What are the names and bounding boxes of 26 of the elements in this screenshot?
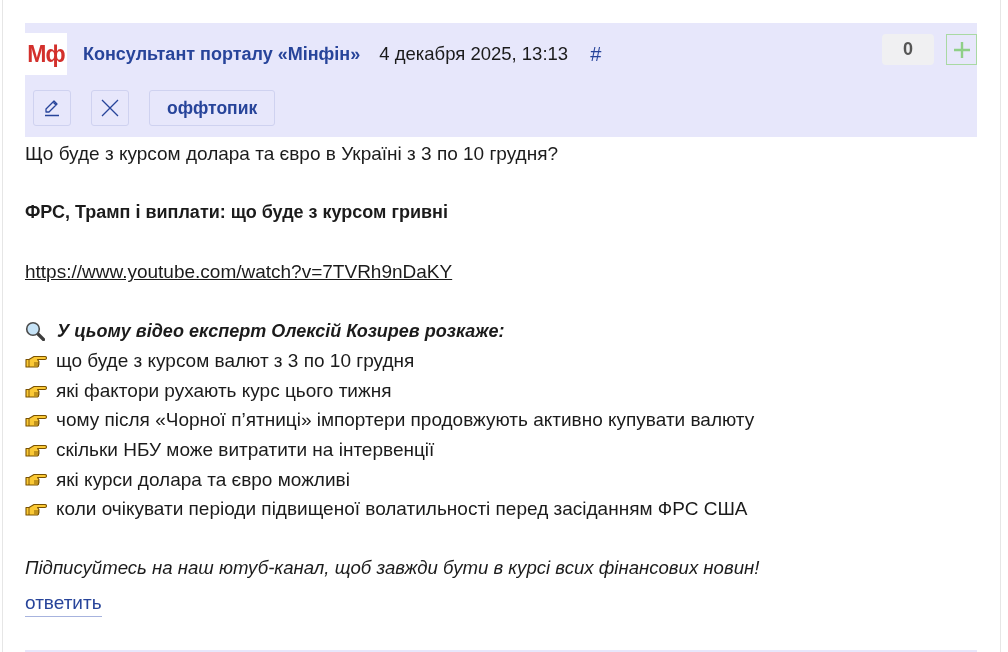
list-item: скільки НБУ може витратити на інтервенції [56,437,435,462]
author-link[interactable]: Консультант порталу «Мінфін» [83,43,361,65]
list-item: коли очікувати періоди підвищеної волатильності перед засіданням ФРС США [56,497,748,522]
comment-subtitle: ФРС, Трамп і виплати: що буде з курсом гривні [25,201,449,225]
magnifier-icon [25,321,45,342]
edit-button[interactable] [33,90,71,126]
list-item: які курси долара та євро можливі [56,467,350,492]
list-item: чому після «Чорної п’ятниці» імпортери продовжують активно купувати валюту [56,408,755,433]
reply-link[interactable]: ответить [25,591,102,617]
comment-text: Що буде з курсом долара та євро в Україні з 3 по 10 грудня? [25,142,560,166]
tag-button[interactable]: оффтопик [149,90,276,126]
list-heading: У цьому відео експерт Олексій Козирев розкаже: [57,319,505,343]
delete-button[interactable] [91,90,129,126]
comment-text: Підписуйтесь на наш ютуб-канал, щоб завжди бути в курсі всих фінансових новин! [25,556,761,581]
list-item: які фактори рухають курс цього тижня [56,378,392,403]
list-item: що буде з курсом валют з 3 по 10 грудня [56,349,415,374]
permalink[interactable]: # [590,42,602,66]
pointing-hand-icon [25,412,47,429]
rating-count: 0 [882,34,934,65]
logo: Мф [25,33,67,75]
comment-date: 4 декабря 2025, 13:13 [379,43,569,65]
plus-icon [953,41,970,58]
pointing-hand-icon [25,471,47,488]
video-link[interactable]: https://www.youtube.com/watch?v=7TVRh9nDaKY [25,261,453,283]
close-icon [100,98,120,118]
pencil-icon [42,98,62,118]
